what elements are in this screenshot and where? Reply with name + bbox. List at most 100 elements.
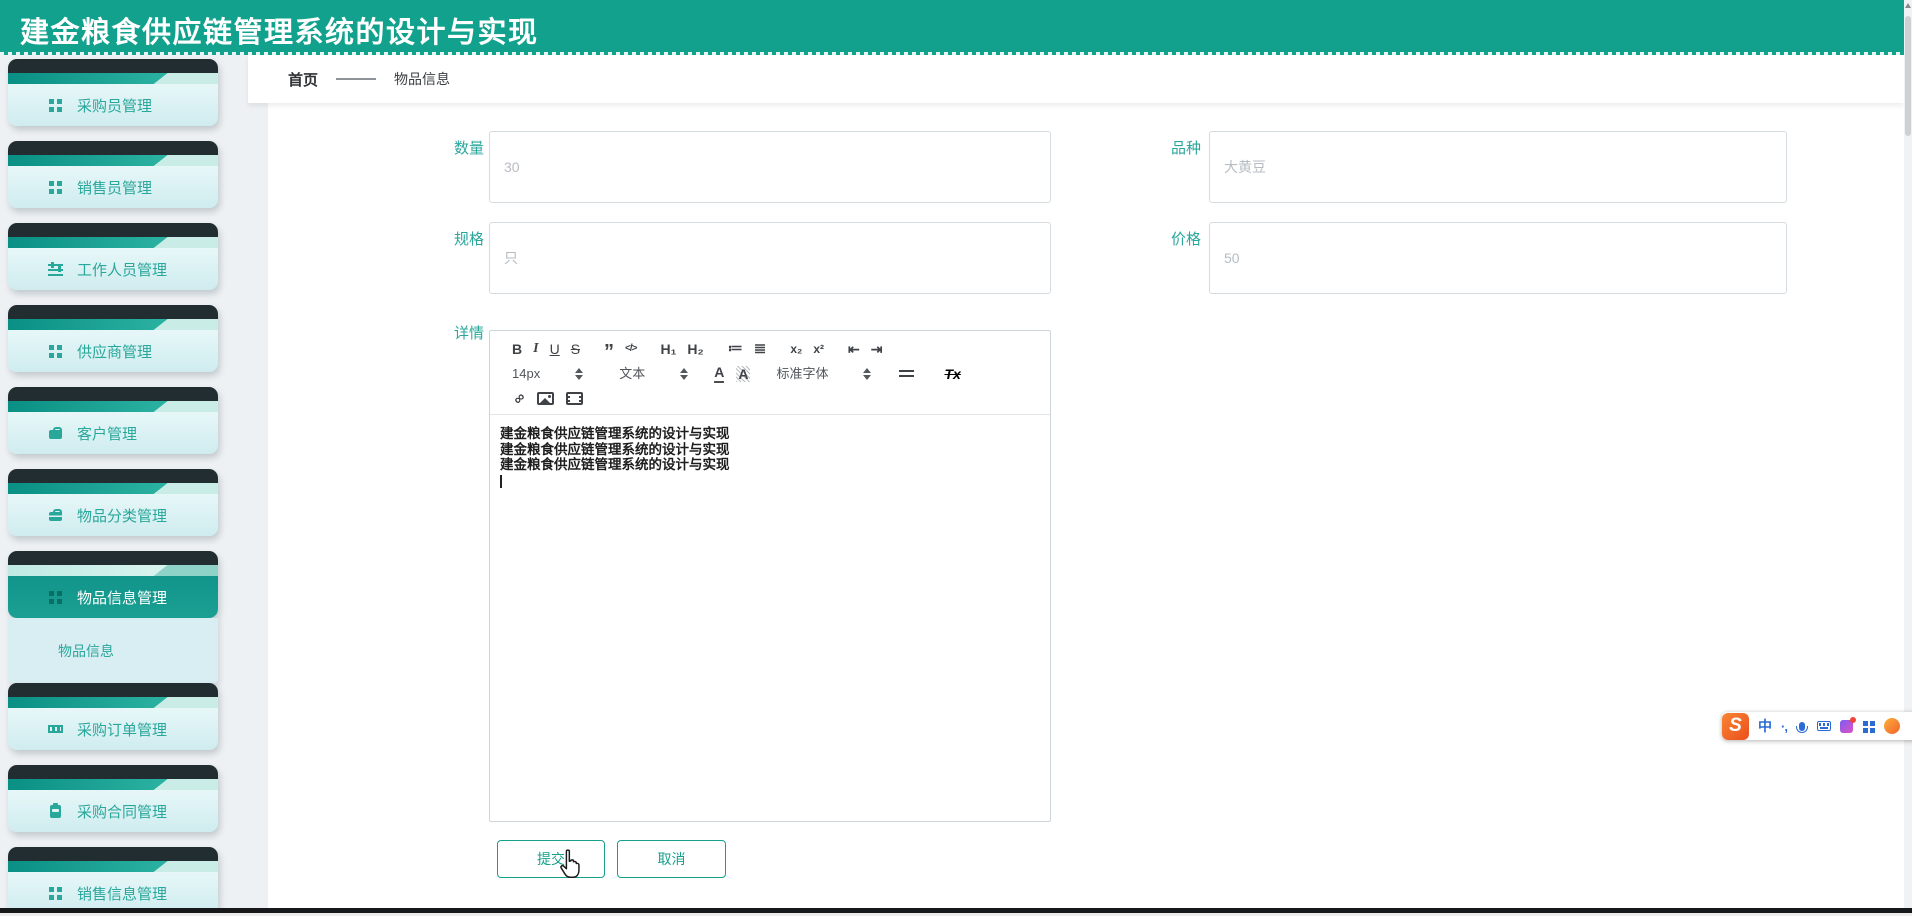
card-accent-stripe: [8, 401, 218, 412]
chinese-mode-icon[interactable]: 中: [1758, 716, 1772, 736]
sidebar-item[interactable]: 采购员管理: [8, 59, 218, 126]
toolbox-grid-icon[interactable]: [1862, 720, 1875, 733]
sidebar-item-body[interactable]: 销售员管理: [8, 166, 218, 208]
sidebar-item-label: 物品信息管理: [77, 589, 168, 607]
grid-icon: [48, 97, 64, 113]
sidebar-item[interactable]: 采购合同管理: [8, 765, 218, 832]
sidebar-group: 物品信息管理物品信息: [8, 551, 218, 683]
blockquote-button[interactable]: ”: [604, 342, 614, 362]
sidebar-item-label: 销售员管理: [77, 179, 153, 197]
price-label: 价格: [1170, 231, 1201, 248]
breadcrumb-home[interactable]: 首页: [288, 69, 318, 90]
grid-icon: [48, 179, 64, 195]
sidebar-sub-item[interactable]: 物品信息: [8, 618, 218, 683]
sidebar: 采购员管理 销售员管理 工作人员管理 供应商管理 客户管理 物品分类管理 物品信息管理 物品信…: [0, 55, 268, 916]
sidebar-item-body[interactable]: 物品信息管理: [8, 576, 218, 618]
card-accent-stripe: [8, 73, 218, 84]
sidebar-item-body[interactable]: 采购合同管理: [8, 790, 218, 832]
card-top-band: [8, 765, 218, 779]
sidebar-group: 采购合同管理: [8, 765, 218, 832]
video-icon[interactable]: [565, 392, 583, 405]
sidebar-group: 工作人员管理: [8, 223, 218, 290]
code-block-button[interactable]: </>: [625, 343, 638, 354]
strike-button[interactable]: S: [571, 342, 580, 356]
page-title: 建金粮食供应链管理系统的设计与实现: [20, 17, 539, 49]
editor-text-line: 建金粮食供应链管理系统的设计与实现: [500, 426, 730, 441]
variety-label: 品种: [1170, 140, 1201, 157]
sidebar-group: 采购订单管理: [8, 683, 218, 750]
sidebar-sub-item-label: 物品信息: [58, 642, 114, 659]
card-top-band: [8, 847, 218, 861]
subscript-button[interactable]: x₂: [790, 343, 802, 355]
updown-caret-icon: [680, 367, 689, 380]
sidebar-group: 客户管理: [8, 387, 218, 454]
sidebar-item-label: 采购合同管理: [77, 803, 168, 821]
sidebar-group: 采购员管理: [8, 59, 218, 126]
briefcase-icon: [48, 507, 64, 523]
background-color-button[interactable]: A: [736, 365, 751, 382]
keyboard-icon[interactable]: [1816, 721, 1831, 731]
breadcrumb: 首页 物品信息: [248, 55, 1904, 103]
header-2-button[interactable]: H₂: [687, 342, 703, 356]
sidebar-item-body[interactable]: 采购员管理: [8, 84, 218, 126]
outdent-button[interactable]: ⇤: [848, 342, 860, 356]
clipboard-icon: [48, 803, 64, 819]
underline-button[interactable]: U: [550, 342, 560, 356]
sidebar-item-body[interactable]: 客户管理: [8, 412, 218, 454]
image-icon[interactable]: [536, 392, 554, 405]
list-ordered-button[interactable]: ≔: [728, 341, 743, 356]
spec-input[interactable]: [489, 222, 1051, 294]
card-accent-stripe: [8, 483, 218, 494]
sidebar-item[interactable]: 销售信息管理: [8, 847, 218, 914]
sidebar-item-body[interactable]: 工作人员管理: [8, 248, 218, 290]
sidebar-item[interactable]: 物品分类管理: [8, 469, 218, 536]
sidebar-item-body[interactable]: 物品分类管理: [8, 494, 218, 536]
emoji-icon[interactable]: [1883, 718, 1900, 734]
sidebar-item[interactable]: 工作人员管理: [8, 223, 218, 290]
variety-input[interactable]: [1209, 131, 1787, 203]
text-color-button[interactable]: A: [714, 364, 725, 383]
font-family-select[interactable]: 标准字体: [776, 367, 828, 380]
sliders-icon: [48, 261, 64, 277]
bold-button[interactable]: B: [512, 342, 522, 356]
sidebar-item[interactable]: 物品信息管理: [8, 551, 218, 618]
mouse-cursor-icon: [560, 849, 580, 878]
sidebar-item-body[interactable]: 供应商管理: [8, 330, 218, 372]
card-top-band: [8, 469, 218, 483]
font-size-select[interactable]: 14px: [512, 367, 540, 380]
skin-theme-icon[interactable]: [1839, 716, 1856, 733]
quantity-input[interactable]: [489, 131, 1051, 203]
price-input[interactable]: [1209, 222, 1787, 294]
align-button[interactable]: [899, 370, 915, 377]
card-top-band: [8, 683, 218, 697]
superscript-button[interactable]: x²: [813, 343, 824, 355]
cancel-button[interactable]: 取消: [617, 840, 726, 878]
clear-format-button[interactable]: Tx: [944, 366, 960, 382]
punctuation-icon[interactable]: ·,: [1781, 719, 1788, 734]
paragraph-format-select[interactable]: 文本: [619, 367, 645, 380]
card-accent-stripe: [8, 697, 218, 708]
microphone-icon[interactable]: [1795, 721, 1808, 733]
editor-content[interactable]: 建金粮食供应链管理系统的设计与实现 建金粮食供应链管理系统的设计与实现 建金粮食供应…: [490, 415, 1050, 821]
list-bullet-button[interactable]: ≣: [754, 341, 767, 356]
italic-button[interactable]: I: [533, 341, 538, 356]
sidebar-item-body[interactable]: 采购订单管理: [8, 708, 218, 750]
sidebar-item-label: 物品分类管理: [77, 507, 168, 525]
grid-icon: [48, 885, 64, 901]
indent-button[interactable]: ⇥: [871, 342, 883, 356]
link-icon[interactable]: ∞: [510, 389, 530, 409]
sidebar-item[interactable]: 采购订单管理: [8, 683, 218, 750]
bag-icon: [48, 425, 64, 441]
sogou-logo-icon[interactable]: S: [1722, 712, 1749, 740]
sidebar-item[interactable]: 客户管理: [8, 387, 218, 454]
header-1-button[interactable]: H₁: [661, 342, 677, 356]
vertical-scrollbar[interactable]: [1904, 0, 1912, 916]
sidebar-item[interactable]: 销售员管理: [8, 141, 218, 208]
sidebar-item[interactable]: 供应商管理: [8, 305, 218, 372]
scroll-up-icon[interactable]: [1905, 3, 1911, 8]
sidebar-item-label: 采购员管理: [77, 97, 153, 115]
submit-button[interactable]: 提交: [497, 840, 605, 878]
sidebar-group: 销售员管理: [8, 141, 218, 208]
film-icon: [48, 721, 64, 737]
scrollbar-thumb[interactable]: [1905, 16, 1911, 136]
